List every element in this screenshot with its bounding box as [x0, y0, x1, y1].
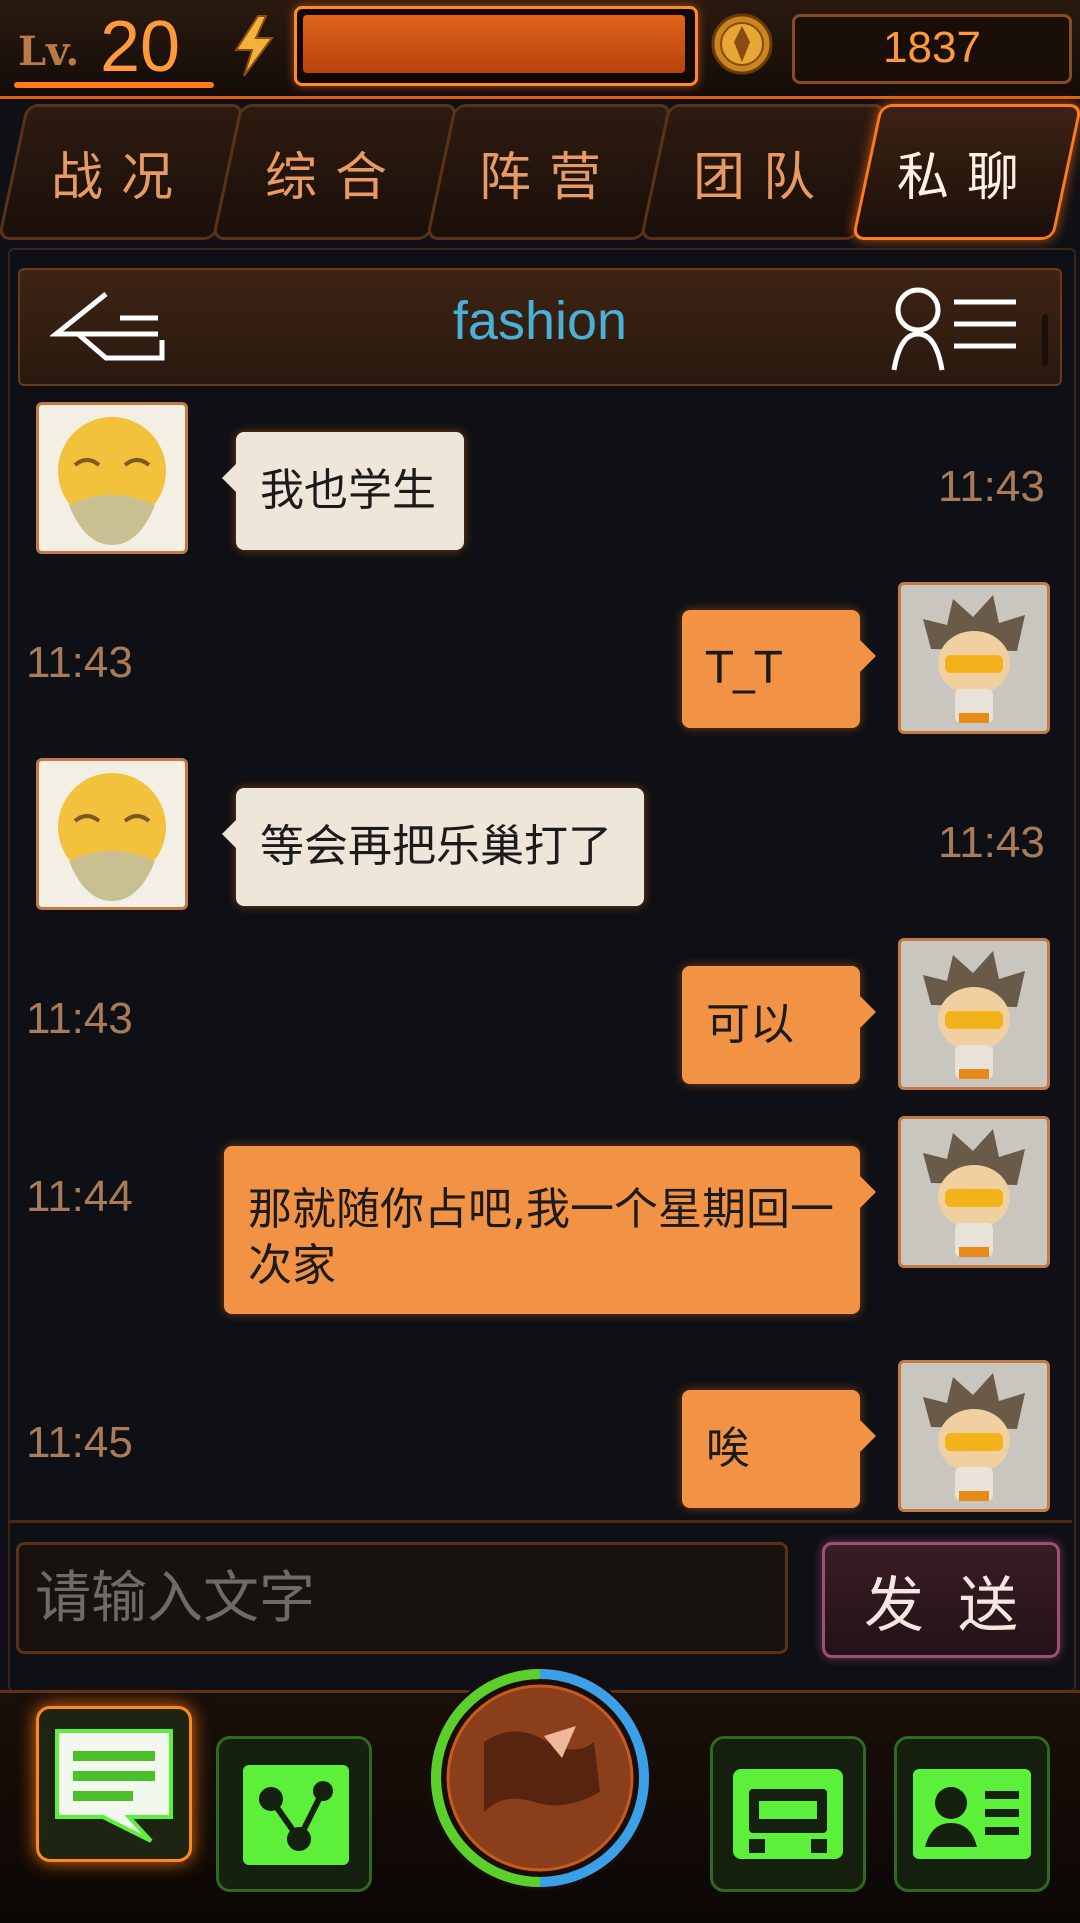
chat-icon [55, 1729, 173, 1843]
tab-faction[interactable]: 阵营 [425, 104, 673, 240]
send-button[interactable]: 发送 [822, 1542, 1060, 1658]
message-input[interactable] [16, 1542, 788, 1654]
emoji-face-icon [58, 773, 166, 901]
tab-label: 综合 [264, 147, 405, 208]
nav-chat-button[interactable] [36, 1706, 192, 1862]
gold-value: 1837 [883, 23, 981, 72]
tab-label: 私聊 [896, 147, 1037, 208]
message-time: 11:45 [26, 1418, 133, 1467]
message-time: 11:44 [26, 1172, 133, 1221]
gold-coin-icon [711, 13, 773, 75]
tab-battle[interactable]: 战况 [0, 104, 245, 240]
tab-private-chat[interactable]: 私聊 [851, 104, 1080, 240]
message-bubble-received: 我也学生 [222, 432, 464, 550]
message-time: 11:43 [938, 462, 1045, 511]
network-icon [243, 1765, 349, 1865]
contact-list-icon[interactable] [890, 284, 1030, 374]
profile-card-icon [913, 1769, 1031, 1859]
friend-avatar[interactable] [36, 758, 188, 910]
top-status-bar: Lv. 20 1837 [0, 0, 1080, 99]
tab-label: 战况 [50, 147, 191, 208]
tab-label: 团队 [692, 147, 833, 208]
message-bubble-sent: 那就随你占吧,我一个星期回一次家 [224, 1146, 876, 1314]
nav-network-button[interactable] [216, 1736, 372, 1892]
my-avatar[interactable] [898, 582, 1050, 734]
character-avatar-icon [923, 1373, 1025, 1501]
message-bubble-received: 等会再把乐巢打了 [222, 788, 644, 906]
message-time: 11:43 [26, 994, 133, 1043]
energy-bar-fill [303, 15, 685, 73]
message-time: 11:43 [26, 638, 133, 687]
character-avatar-icon [923, 1129, 1025, 1257]
globe-icon[interactable] [424, 1662, 656, 1894]
tab-general[interactable]: 综合 [211, 104, 459, 240]
message-time: 11:43 [938, 818, 1045, 867]
level-value: 20 [100, 7, 181, 87]
shop-icon [733, 1769, 843, 1859]
my-avatar[interactable] [898, 1360, 1050, 1512]
message-bubble-sent: 可以 [682, 966, 876, 1084]
energy-bar [294, 6, 698, 86]
level-underline [14, 82, 214, 88]
lightning-icon [234, 15, 274, 77]
nav-profile-button[interactable] [894, 1736, 1050, 1892]
character-avatar-icon [923, 595, 1025, 723]
tab-label: 阵营 [478, 147, 619, 208]
composer-divider [8, 1520, 1072, 1523]
my-avatar[interactable] [898, 938, 1050, 1090]
tab-team[interactable]: 团队 [639, 104, 887, 240]
message-bubble-sent: T_T [682, 610, 876, 728]
header-scroll-indicator [1042, 314, 1048, 366]
my-avatar[interactable] [898, 1116, 1050, 1268]
gold-counter: 1837 [792, 14, 1072, 84]
level-prefix: Lv. [18, 28, 80, 75]
friend-avatar[interactable] [36, 402, 188, 554]
message-bubble-sent: 唉 [682, 1390, 876, 1508]
nav-shop-button[interactable] [710, 1736, 866, 1892]
emoji-face-icon [58, 417, 166, 545]
chat-header: fashion [18, 268, 1062, 386]
character-avatar-icon [923, 951, 1025, 1079]
